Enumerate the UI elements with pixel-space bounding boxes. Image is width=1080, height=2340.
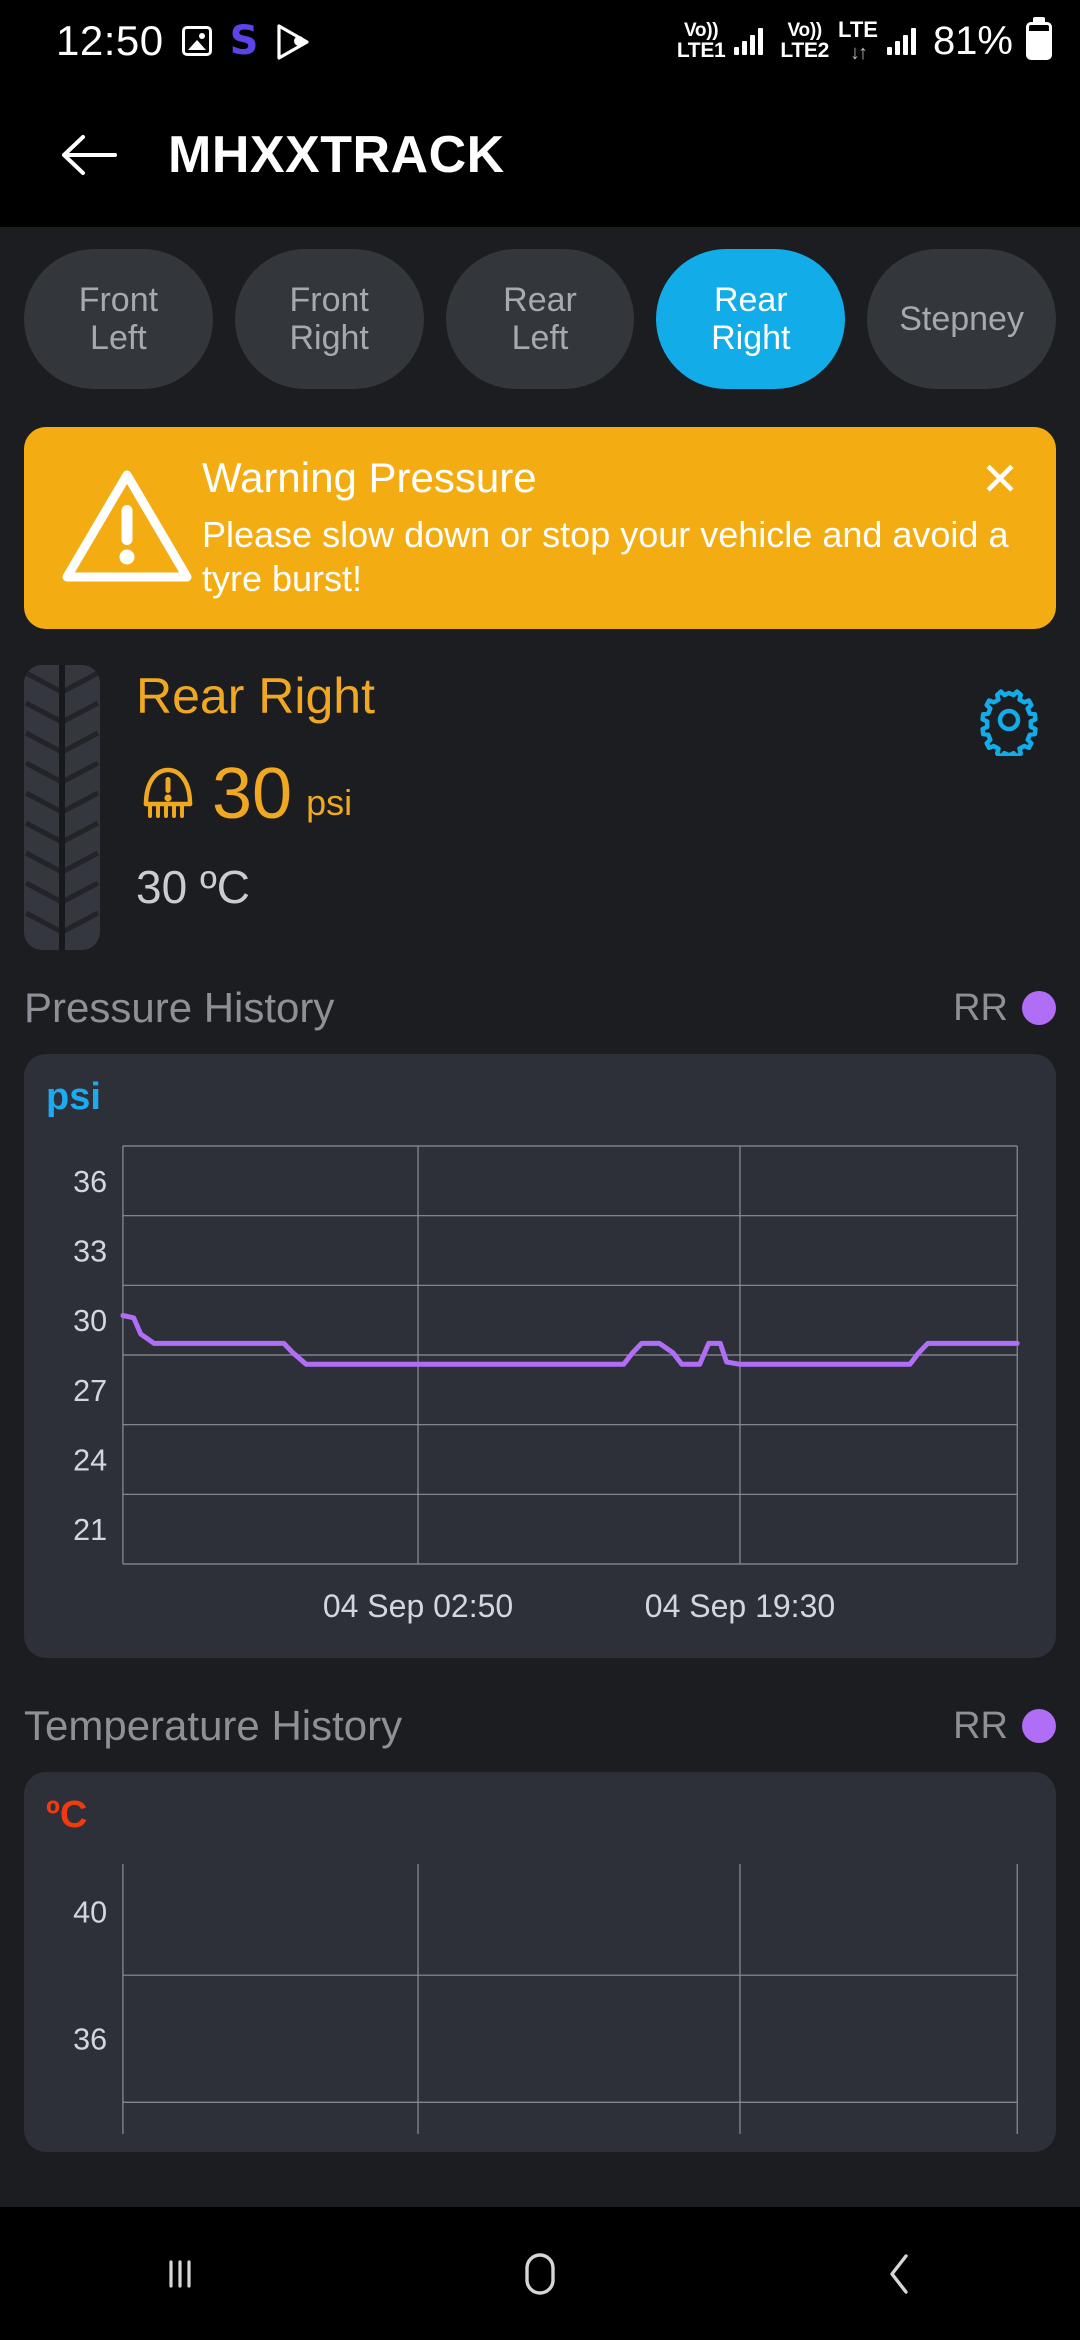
tab-front-right-line1: Front [290,281,369,319]
back-icon[interactable] [810,2207,990,2340]
temperature-history-card[interactable]: ºC 40 36 [24,1772,1056,2152]
home-icon[interactable] [450,2207,630,2340]
pressure-history-header: Pressure History RR [24,984,1056,1032]
main-content: Front Left Front Right Rear Left Rear Ri… [0,227,1080,2207]
temperature-legend-dot [1022,1709,1056,1743]
svg-text:24: 24 [73,1442,107,1477]
svg-text:21: 21 [73,1512,107,1547]
volte1-bottom: LTE1 [677,40,726,61]
pressure-history-legend: RR [953,987,1056,1030]
pressure-xtick-1: 04 Sep 19:30 [645,1588,835,1625]
tyre-pressure-unit: psi [306,782,352,830]
wheel-tab-bar: Front Left Front Right Rear Left Rear Ri… [0,227,1080,389]
tyre-pressure-row: 30 psi [136,758,1056,830]
phone-screen: 12:50 S Vo)) LTE1 Vo)) LTE2 LTE ↓↑ [0,0,1080,2340]
lte-data-icon: LTE ↓↑ [838,19,878,63]
volte2-icon: Vo)) LTE2 [780,21,829,61]
tyre-temperature-value: 30 ºC [136,864,1056,910]
tab-front-right[interactable]: Front Right [235,249,424,389]
samsung-pay-icon: S [230,21,259,61]
battery-percent-label: 81% [933,19,1013,64]
temperature-legend-label: RR [953,1705,1008,1748]
system-nav-bar [0,2207,1080,2340]
tyre-info: Rear Right 30 psi 30 ºC [136,665,1056,950]
volte2-bottom: LTE2 [780,40,829,61]
pressure-history-title: Pressure History [24,984,334,1032]
lte-label: LTE [838,19,878,41]
tab-rear-right-line2: Right [711,319,790,357]
volte1-icon: Vo)) LTE1 [677,21,726,61]
tab-front-left[interactable]: Front Left [24,249,213,389]
temperature-chart: 40 36 [46,1834,1032,2134]
volte1-top: Vo)) [684,21,718,40]
temperature-history-legend: RR [953,1705,1056,1748]
svg-text:27: 27 [73,1373,107,1408]
pressure-chart-xlabels: 04 Sep 02:50 04 Sep 19:30 [46,1588,1032,1640]
status-bar-left: 12:50 S [56,17,304,65]
tyre-detail: Rear Right 30 psi 30 ºC [24,665,1056,950]
tyre-tread-icon [24,665,100,950]
gear-icon[interactable] [968,679,1050,761]
tab-rear-left[interactable]: Rear Left [446,249,635,389]
volte2-top: Vo)) [788,21,822,40]
close-icon[interactable]: ✕ [972,451,1028,507]
tab-rear-right-line1: Rear [714,281,788,319]
status-bar: 12:50 S Vo)) LTE1 Vo)) LTE2 LTE ↓↑ [0,0,1080,82]
svg-text:33: 33 [73,1233,107,1268]
warning-title: Warning Pressure [202,455,1010,501]
warning-triangle-icon [52,451,202,601]
tab-stepney-line1: Stepney [899,300,1024,338]
status-bar-clock: 12:50 [56,17,164,65]
svg-text:40: 40 [73,1894,107,1929]
data-transfer-arrows-icon: ↓↑ [850,43,866,63]
tab-front-left-line1: Front [79,281,158,319]
temperature-history-header: Temperature History RR [24,1702,1056,1750]
battery-icon [1026,22,1052,60]
signal-bars-2-icon [887,27,916,55]
pressure-xtick-0: 04 Sep 02:50 [323,1588,513,1625]
pressure-legend-label: RR [953,987,1008,1030]
app-bar: MHXXTRACK [0,82,1080,227]
tyre-name: Rear Right [136,669,1056,724]
pressure-chart-unit: psi [46,1078,1032,1116]
tab-rear-left-line1: Rear [503,281,577,319]
temperature-history-title: Temperature History [24,1702,402,1750]
svg-text:36: 36 [73,2022,107,2057]
tyre-pressure-value: 30 [212,758,292,830]
temperature-chart-unit: ºC [46,1796,1032,1834]
tab-rear-right[interactable]: Rear Right [656,249,845,389]
tab-front-right-line2: Right [290,319,369,357]
status-bar-right: Vo)) LTE1 Vo)) LTE2 LTE ↓↑ 81% [677,19,1052,64]
warning-message: Please slow down or stop your vehicle an… [202,513,1010,601]
pressure-chart: 36 33 30 27 24 21 [46,1116,1032,1586]
pressure-history-card[interactable]: psi 36 33 30 27 24 21 04 Sep 02:50 04 Sep 19:… [24,1054,1056,1658]
warning-banner: Warning Pressure Please slow down or sto… [24,427,1056,629]
tab-stepney[interactable]: Stepney [867,249,1056,389]
photos-icon [182,26,212,56]
svg-text:30: 30 [73,1303,107,1338]
page-title: MHXXTRACK [168,125,505,185]
tab-front-left-line2: Left [90,319,147,357]
tab-rear-left-line2: Left [512,319,569,357]
tpms-pressure-icon [136,760,200,829]
pressure-legend-dot [1022,991,1056,1025]
signal-bars-1-icon [734,27,763,55]
warning-body: Warning Pressure Please slow down or sto… [202,451,1030,601]
recents-icon[interactable] [90,2207,270,2340]
back-arrow-icon[interactable] [50,117,126,193]
svg-text:36: 36 [73,1164,107,1199]
